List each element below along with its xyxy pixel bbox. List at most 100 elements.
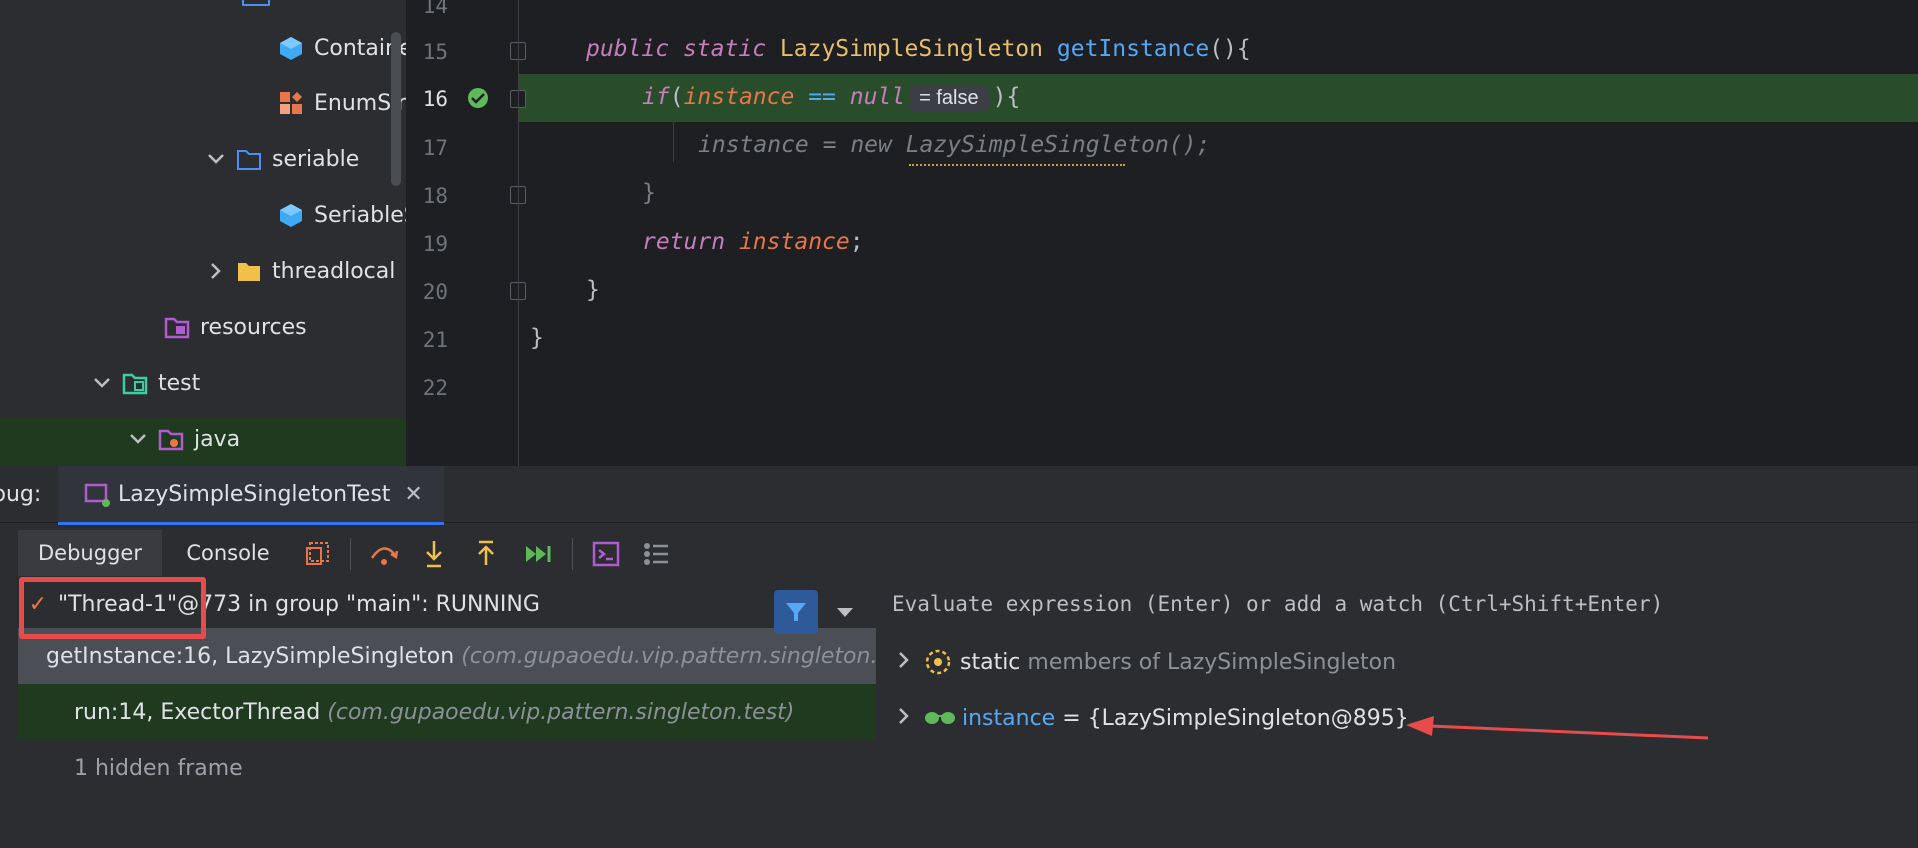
- chevron-down-icon[interactable]: [836, 604, 854, 623]
- tree-item-java[interactable]: java: [128, 419, 240, 459]
- code-line-17: instance = new LazySimpleSingleton();: [698, 132, 1211, 158]
- resources-folder-icon: [164, 317, 190, 339]
- evaluate-expression-input[interactable]: Evaluate expression (Enter) or add a wat…: [892, 576, 1663, 632]
- tool-window-title: bug:: [0, 482, 42, 507]
- step-over-icon[interactable]: [368, 538, 400, 570]
- chevron-right-icon[interactable]: [206, 261, 226, 281]
- line-number: 17: [422, 136, 448, 160]
- tree-item-threadlocal[interactable]: threadlocal: [206, 251, 395, 291]
- chevron-down-icon[interactable]: [92, 373, 112, 393]
- editor-gutter: 14 15 16 17 18 19 20 21 22: [406, 0, 526, 466]
- line-number: 14: [422, 0, 448, 18]
- type-name: LazySimpleSingleton: [779, 36, 1044, 62]
- class-cube-icon: [280, 37, 302, 60]
- code-line-15: public static LazySimpleSingleton getIns…: [586, 36, 1251, 62]
- punctuation: ){: [992, 84, 1021, 110]
- java-source-folder-icon: [158, 429, 184, 451]
- debug-tab-bar: bug: LazySimpleSingletonTest ✕: [0, 466, 1918, 525]
- code-line-21: }: [530, 325, 544, 351]
- tree-item-label: resources: [200, 314, 307, 340]
- line-number: 20: [422, 280, 448, 304]
- code-line-20: }: [586, 277, 600, 303]
- tab-debugger[interactable]: Debugger: [18, 530, 162, 576]
- breakpoint-check-icon[interactable]: [466, 86, 490, 110]
- code-line-16: if(instance == null = false){: [642, 84, 1020, 111]
- run-to-cursor-icon[interactable]: [522, 538, 554, 570]
- variable-row-static[interactable]: static members of LazySimpleSingleton: [898, 634, 1396, 690]
- tree-scrollbar[interactable]: [391, 32, 401, 186]
- keyword: if: [642, 84, 670, 110]
- tree-item-label: test: [158, 370, 201, 396]
- annotation-highlight-box: [19, 577, 206, 639]
- layout-settings-icon[interactable]: [302, 538, 334, 570]
- enum-icon: [280, 92, 302, 114]
- line-number: 21: [422, 328, 448, 352]
- punctuation: (){: [1209, 36, 1251, 62]
- filter-icon[interactable]: [774, 590, 818, 634]
- warning-underline: [909, 160, 1125, 166]
- static-members-icon: [925, 649, 951, 675]
- folder-icon: [242, 0, 270, 6]
- watch-glasses-icon: [925, 712, 955, 724]
- line-number: 15: [422, 40, 448, 64]
- hidden-frames-label: 1 hidden frame: [74, 755, 243, 781]
- punctuation: ;: [849, 229, 864, 255]
- code-line-18: }: [642, 180, 656, 206]
- keyword: return: [642, 229, 726, 255]
- chevron-down-icon[interactable]: [128, 429, 148, 449]
- tab-console[interactable]: Console: [168, 530, 288, 576]
- tab-run-config[interactable]: LazySimpleSingletonTest ✕: [58, 466, 444, 525]
- toolbar-separator: [572, 538, 573, 570]
- tree-item-seriable-class[interactable]: SeriableS: [278, 195, 406, 235]
- indent-guide: [673, 122, 674, 162]
- inline-value-hint: = false: [909, 86, 989, 111]
- method-name: getInstance: [1056, 36, 1210, 62]
- tree-item-label: SeriableS: [314, 202, 406, 228]
- frame-method: getInstance:16, LazySimpleSingleton: [46, 643, 455, 669]
- folder-icon: [237, 150, 261, 170]
- debug-config-icon: [84, 483, 110, 507]
- line-number: 22: [422, 376, 448, 400]
- code-editor[interactable]: 14 15 16 17 18 19 20 21 22 public static…: [406, 0, 1918, 466]
- variable-row-instance[interactable]: instance = {LazySimpleSingleton@895}: [898, 690, 1409, 746]
- test-folder-icon: [122, 373, 148, 395]
- field-ref: instance: [683, 84, 795, 110]
- frame-package: (com.gupaoedu.vip.pattern.singleton.test…: [327, 699, 795, 725]
- close-icon[interactable]: ✕: [404, 482, 422, 507]
- list-settings-icon[interactable]: [640, 538, 672, 570]
- tab-label: LazySimpleSingletonTest: [118, 481, 391, 507]
- chevron-right-icon[interactable]: [898, 650, 910, 675]
- code-line-19: return instance;: [642, 229, 864, 255]
- static-prefix: static: [960, 649, 1021, 675]
- tree-item-container[interactable]: Containe: [278, 28, 406, 68]
- gutter-divider: [518, 0, 519, 466]
- class-cube-icon: [280, 204, 302, 227]
- frame-method: run:14, ExectorThread: [74, 699, 321, 725]
- tree-item-enum[interactable]: EnumSir: [278, 83, 406, 123]
- line-number: 16: [422, 87, 448, 111]
- tree-item-test[interactable]: test: [92, 363, 200, 403]
- operator: ==: [794, 84, 850, 110]
- stack-frame[interactable]: run:14, ExectorThread (com.gupaoedu.vip.…: [18, 684, 876, 740]
- tree-item-resources[interactable]: resources: [164, 307, 307, 347]
- chevron-down-icon[interactable]: [206, 149, 226, 169]
- line-number: 19: [422, 232, 448, 256]
- evaluate-expression-icon[interactable]: [590, 538, 622, 570]
- frame-package: (com.gupaoedu.vip.pattern.singleton.l: [461, 643, 876, 669]
- static-label: members of LazySimpleSingleton: [1027, 649, 1397, 675]
- keyword: public: [586, 36, 670, 62]
- project-tree: Containe EnumSir seriable SeriableS thre…: [0, 0, 406, 466]
- annotation-arrow: [1406, 716, 1709, 740]
- keyword: null: [849, 84, 906, 110]
- hidden-frames-link[interactable]: 1 hidden frame: [18, 740, 876, 796]
- step-out-icon[interactable]: [470, 538, 502, 570]
- debug-tool-window: bug: LazySimpleSingletonTest ✕ Debugger …: [0, 466, 1918, 848]
- punctuation: (: [669, 84, 684, 110]
- tree-item-seriable[interactable]: seriable: [206, 139, 359, 179]
- tree-item-label: threadlocal: [272, 258, 396, 284]
- folder-icon: [238, 263, 260, 281]
- chevron-right-icon[interactable]: [898, 706, 910, 731]
- variable-value: = {LazySimpleSingleton@895}: [1062, 705, 1409, 731]
- step-into-icon[interactable]: [418, 538, 450, 570]
- execution-line-highlight: [406, 74, 1918, 122]
